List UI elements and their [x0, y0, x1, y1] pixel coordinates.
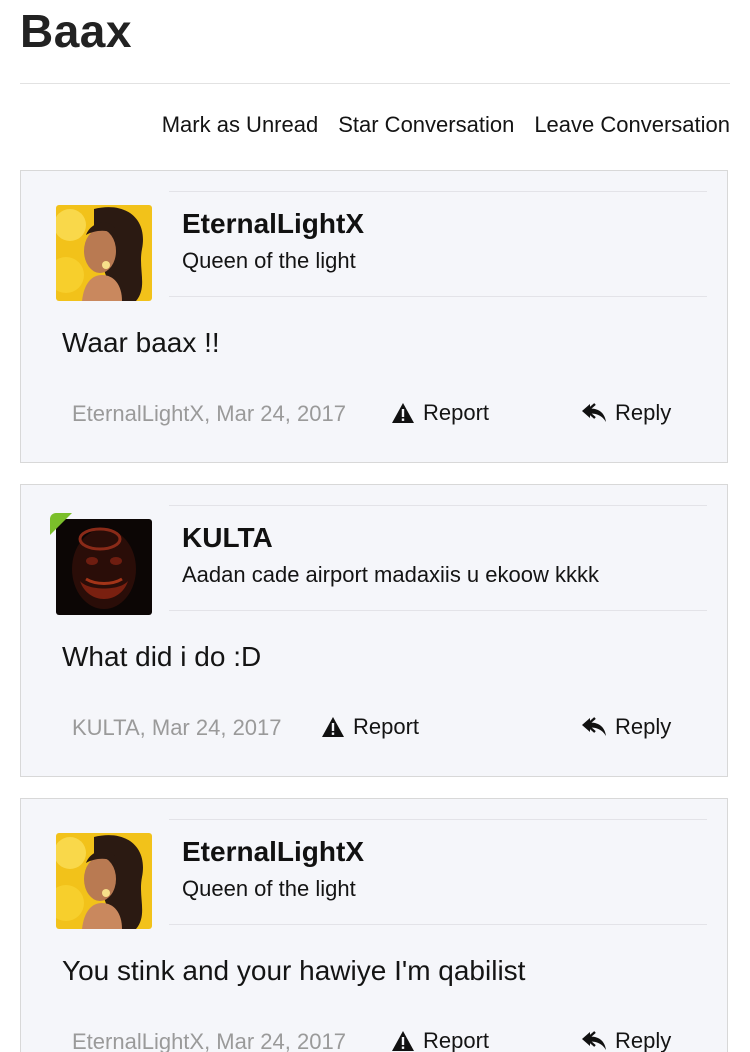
user-info: KULTA Aadan cade airport madaxiis u ekoo…	[169, 505, 707, 611]
title-divider	[20, 83, 730, 84]
message-card: EternalLightX Queen of the light You sti…	[20, 798, 728, 1052]
mark-unread-link[interactable]: Mark as Unread	[162, 112, 319, 138]
conversation-actions: Mark as Unread Star Conversation Leave C…	[162, 112, 730, 138]
user-title: Queen of the light	[182, 876, 356, 901]
star-conversation-link[interactable]: Star Conversation	[338, 112, 514, 138]
user-title: Aadan cade airport madaxiis u ekoow kkkk	[182, 562, 599, 587]
reply-label: Reply	[615, 1028, 672, 1052]
message-body: You stink and your hawiye I'm qabilist	[62, 955, 526, 986]
reply-arrow-icon	[582, 717, 606, 736]
report-label: Report	[353, 714, 420, 739]
report-label: Report	[423, 1028, 490, 1052]
page-title: Baax	[20, 5, 132, 57]
warning-triangle-icon	[392, 403, 414, 423]
report-link[interactable]: Report	[321, 714, 419, 740]
report-link[interactable]: Report	[391, 400, 489, 426]
username[interactable]: EternalLightX	[182, 836, 364, 868]
reply-arrow-icon	[582, 1031, 606, 1050]
username[interactable]: EternalLightX	[182, 208, 364, 240]
reply-link[interactable]: Reply	[581, 1028, 671, 1052]
avatar-image	[56, 205, 152, 301]
online-indicator	[50, 513, 72, 535]
reply-label: Reply	[615, 714, 672, 739]
message-body: What did i do :D	[62, 641, 262, 672]
reply-link[interactable]: Reply	[581, 714, 671, 740]
user-title: Queen of the light	[182, 248, 356, 273]
conversation-page: Baax Mark as Unread Star Conversation Le…	[0, 0, 750, 1052]
message-meta[interactable]: KULTA, Mar 24, 2017	[72, 715, 282, 741]
message-body: Waar baax !!	[62, 327, 220, 358]
reply-arrow-icon	[582, 403, 606, 422]
avatar[interactable]	[56, 205, 152, 301]
user-info: EternalLightX Queen of the light	[169, 191, 707, 297]
reply-label: Reply	[615, 400, 672, 425]
message-meta[interactable]: EternalLightX, Mar 24, 2017	[72, 1029, 346, 1052]
reply-link[interactable]: Reply	[581, 400, 671, 426]
report-link[interactable]: Report	[391, 1028, 489, 1052]
message-card: KULTA Aadan cade airport madaxiis u ekoo…	[20, 484, 728, 777]
message-card: EternalLightX Queen of the light Waar ba…	[20, 170, 728, 463]
avatar[interactable]	[56, 833, 152, 929]
warning-triangle-icon	[392, 1031, 414, 1051]
user-info: EternalLightX Queen of the light	[169, 819, 707, 925]
warning-triangle-icon	[322, 717, 344, 737]
message-meta[interactable]: EternalLightX, Mar 24, 2017	[72, 401, 346, 427]
leave-conversation-link[interactable]: Leave Conversation	[534, 112, 730, 138]
report-label: Report	[423, 400, 490, 425]
username[interactable]: KULTA	[182, 522, 273, 554]
avatar-image	[56, 833, 152, 929]
